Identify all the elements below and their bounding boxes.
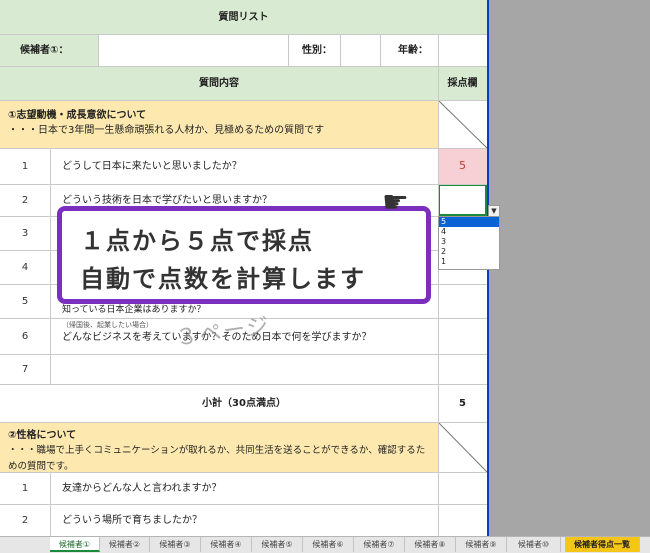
section1-title: ①志望動機・成長意欲について	[8, 110, 147, 121]
score-header: 採点欄	[438, 66, 487, 100]
subtotal-value: 5	[459, 397, 466, 409]
sheet-tab[interactable]: 候補者④	[201, 537, 252, 552]
score-dropdown-list[interactable]: 5 4 3 2 1	[438, 216, 500, 270]
grid-line	[0, 184, 487, 185]
dropdown-option[interactable]: 2	[439, 247, 499, 257]
diagonal-line	[437, 99, 487, 149]
row-no: 2	[21, 194, 29, 206]
section1-score-slash	[437, 99, 487, 149]
subtotal-label: 小計（30点満点）	[202, 397, 286, 409]
section2-title: ②性格について	[8, 430, 77, 441]
callout-line-1: １点から５点で採点	[80, 227, 314, 255]
grid-line	[50, 472, 51, 536]
grid-line	[380, 34, 381, 66]
dropdown-option[interactable]: 4	[439, 227, 499, 237]
sheet-tab[interactable]: 候補者①	[50, 537, 100, 552]
gender-label: 性別：	[302, 44, 332, 56]
grid-line	[0, 100, 487, 101]
section1-desc: ・・・日本で3年間一生懸命頑張れる人材か、見極めるための質問です	[8, 125, 325, 136]
age-cell[interactable]	[438, 34, 487, 66]
grid-line	[0, 504, 487, 505]
dropdown-option[interactable]: 3	[439, 237, 499, 247]
row-no: 6	[21, 330, 29, 342]
row-no: 1	[21, 482, 29, 494]
content-header: 質問内容	[0, 66, 438, 100]
section2-cell: ②性格について ・・・職場で上手くコミュニケーションが取れるか、共同生活を送るこ…	[0, 422, 438, 472]
grid-line	[0, 472, 487, 473]
question-text: どういう場所で育ちましたか？	[62, 514, 202, 526]
sheet-tab[interactable]: 候補者⑩	[507, 537, 561, 552]
sheet-title: 質問リスト	[0, 0, 487, 34]
callout-line-2: 自動で点数を計算します	[80, 265, 366, 293]
grid-line	[0, 354, 487, 355]
grid-line	[340, 34, 341, 66]
row-no: 4	[21, 261, 29, 273]
dropdown-option[interactable]: 5	[439, 217, 499, 227]
score-cell[interactable]: 5	[438, 148, 487, 184]
grid-line	[0, 422, 487, 423]
question-text: 友達からどんな人と言われますか？	[62, 482, 222, 494]
sheet-tab[interactable]: 候補者⑨	[456, 537, 507, 552]
sheet-tab[interactable]: 候補者⑧	[405, 537, 456, 552]
pointing-hand-icon: ☛	[382, 185, 409, 220]
grid-line	[0, 148, 487, 149]
candidate-label: 候補者①：	[0, 34, 98, 66]
callout-box: １点から５点で採点 自動で点数を計算します	[57, 206, 431, 304]
row-no: 5	[21, 295, 29, 307]
grid-line	[50, 148, 51, 384]
section2-score-slash	[437, 421, 487, 473]
sheet-tab[interactable]: 候補者⑤	[252, 537, 303, 552]
section1-cell: ①志望動機・成長意欲について ・・・日本で3年間一生懸命頑張れる人材か、見極める…	[0, 100, 438, 148]
grid-line	[0, 66, 487, 67]
candidate-name-cell[interactable]	[98, 34, 288, 66]
grid-line	[288, 34, 289, 66]
row-no: 2	[21, 514, 29, 526]
diagonal-line	[437, 421, 487, 473]
gender-cell[interactable]	[340, 34, 380, 66]
sheet-tab[interactable]: 候補者⑦	[354, 537, 405, 552]
score-cell-selected[interactable]	[438, 184, 487, 216]
grid-line	[0, 34, 487, 35]
sheet-tab-summary[interactable]: 候補者得点一覧	[565, 537, 640, 552]
grid-line	[0, 384, 487, 385]
row-no: 3	[21, 227, 29, 239]
sheet-tabs-bar: 候補者① 候補者② 候補者③ 候補者④ 候補者⑤ 候補者⑥ 候補者⑦ 候補者⑧ …	[0, 536, 650, 553]
section2-desc: ・・・職場で上手くコミュニケーションが取れるか、共同生活を送ることができるか、確…	[8, 445, 426, 472]
grid-line	[438, 34, 439, 536]
age-label: 年齢：	[398, 44, 428, 56]
sheet-tab[interactable]: 候補者③	[150, 537, 201, 552]
sheet-tab[interactable]: 候補者⑥	[303, 537, 354, 552]
grid-line	[98, 34, 99, 66]
row-no: 1	[21, 160, 29, 172]
dropdown-option[interactable]: 1	[439, 257, 499, 267]
question-text: どうして日本に来たいと思いましたか？	[62, 160, 242, 172]
sheet-tab[interactable]: 候補者②	[100, 537, 150, 552]
row-no: 7	[21, 363, 29, 375]
